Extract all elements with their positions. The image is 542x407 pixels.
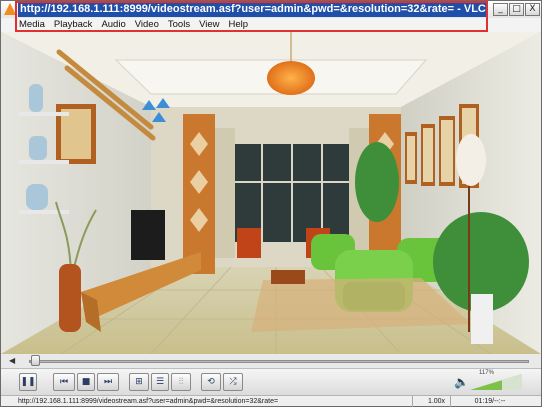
video-output[interactable] (1, 32, 541, 354)
playlist-button[interactable]: ☰ (151, 373, 169, 391)
menu-tools[interactable]: Tools (168, 18, 190, 32)
loop-button[interactable]: ⟲ (201, 373, 221, 391)
pause-button[interactable]: ❚❚ (19, 373, 37, 391)
extended-settings-button[interactable]: ⫶⫶ (171, 373, 191, 391)
volume-percent: 117% (479, 370, 494, 376)
close-button[interactable]: X (525, 3, 540, 16)
playback-controls: ❚❚ ⏮ ■ ⏭ ⊞ ☰ ⫶⫶ ⟲ ⤮ 🔈 117% (1, 368, 541, 395)
playback-time[interactable]: 01:19/--:-- (455, 396, 525, 407)
stop-button[interactable]: ■ (77, 373, 95, 391)
speaker-icon[interactable]: 🔈 (454, 375, 469, 389)
next-button[interactable]: ⏭ (97, 373, 119, 391)
menu-playback[interactable]: Playback (54, 18, 93, 32)
playback-speed[interactable]: 1.00x (423, 396, 451, 407)
vlc-cone-icon (4, 3, 16, 15)
title-bar[interactable]: http://192.168.1.111:8999/videostream.as… (1, 1, 541, 18)
menu-bar: Media Playback Audio Video Tools View He… (1, 18, 541, 32)
previous-button[interactable]: ⏮ (53, 373, 75, 391)
menu-view[interactable]: View (199, 18, 219, 32)
window-title: http://192.168.1.111:8999/videostream.as… (18, 2, 488, 17)
shuffle-button[interactable]: ⤮ (223, 373, 243, 391)
status-url: http://192.168.1.111:8999/videostream.as… (18, 396, 413, 407)
fullscreen-button[interactable]: ⊞ (129, 373, 149, 391)
status-bar: http://192.168.1.111:8999/videostream.as… (1, 395, 541, 407)
seek-start-icon: ◀ (9, 356, 16, 365)
menu-video[interactable]: Video (135, 18, 159, 32)
minimize-button[interactable]: _ (493, 3, 508, 16)
seek-handle[interactable] (31, 355, 40, 366)
menu-media[interactable]: Media (19, 18, 45, 32)
room-scene-image (1, 32, 541, 354)
menu-audio[interactable]: Audio (101, 18, 125, 32)
maximize-button[interactable]: □ (509, 3, 524, 16)
seek-track[interactable] (29, 360, 529, 363)
vlc-window: http://192.168.1.111:8999/videostream.as… (0, 0, 542, 407)
menu-help[interactable]: Help (229, 18, 249, 32)
seek-bar-row: ◀ (1, 354, 541, 368)
